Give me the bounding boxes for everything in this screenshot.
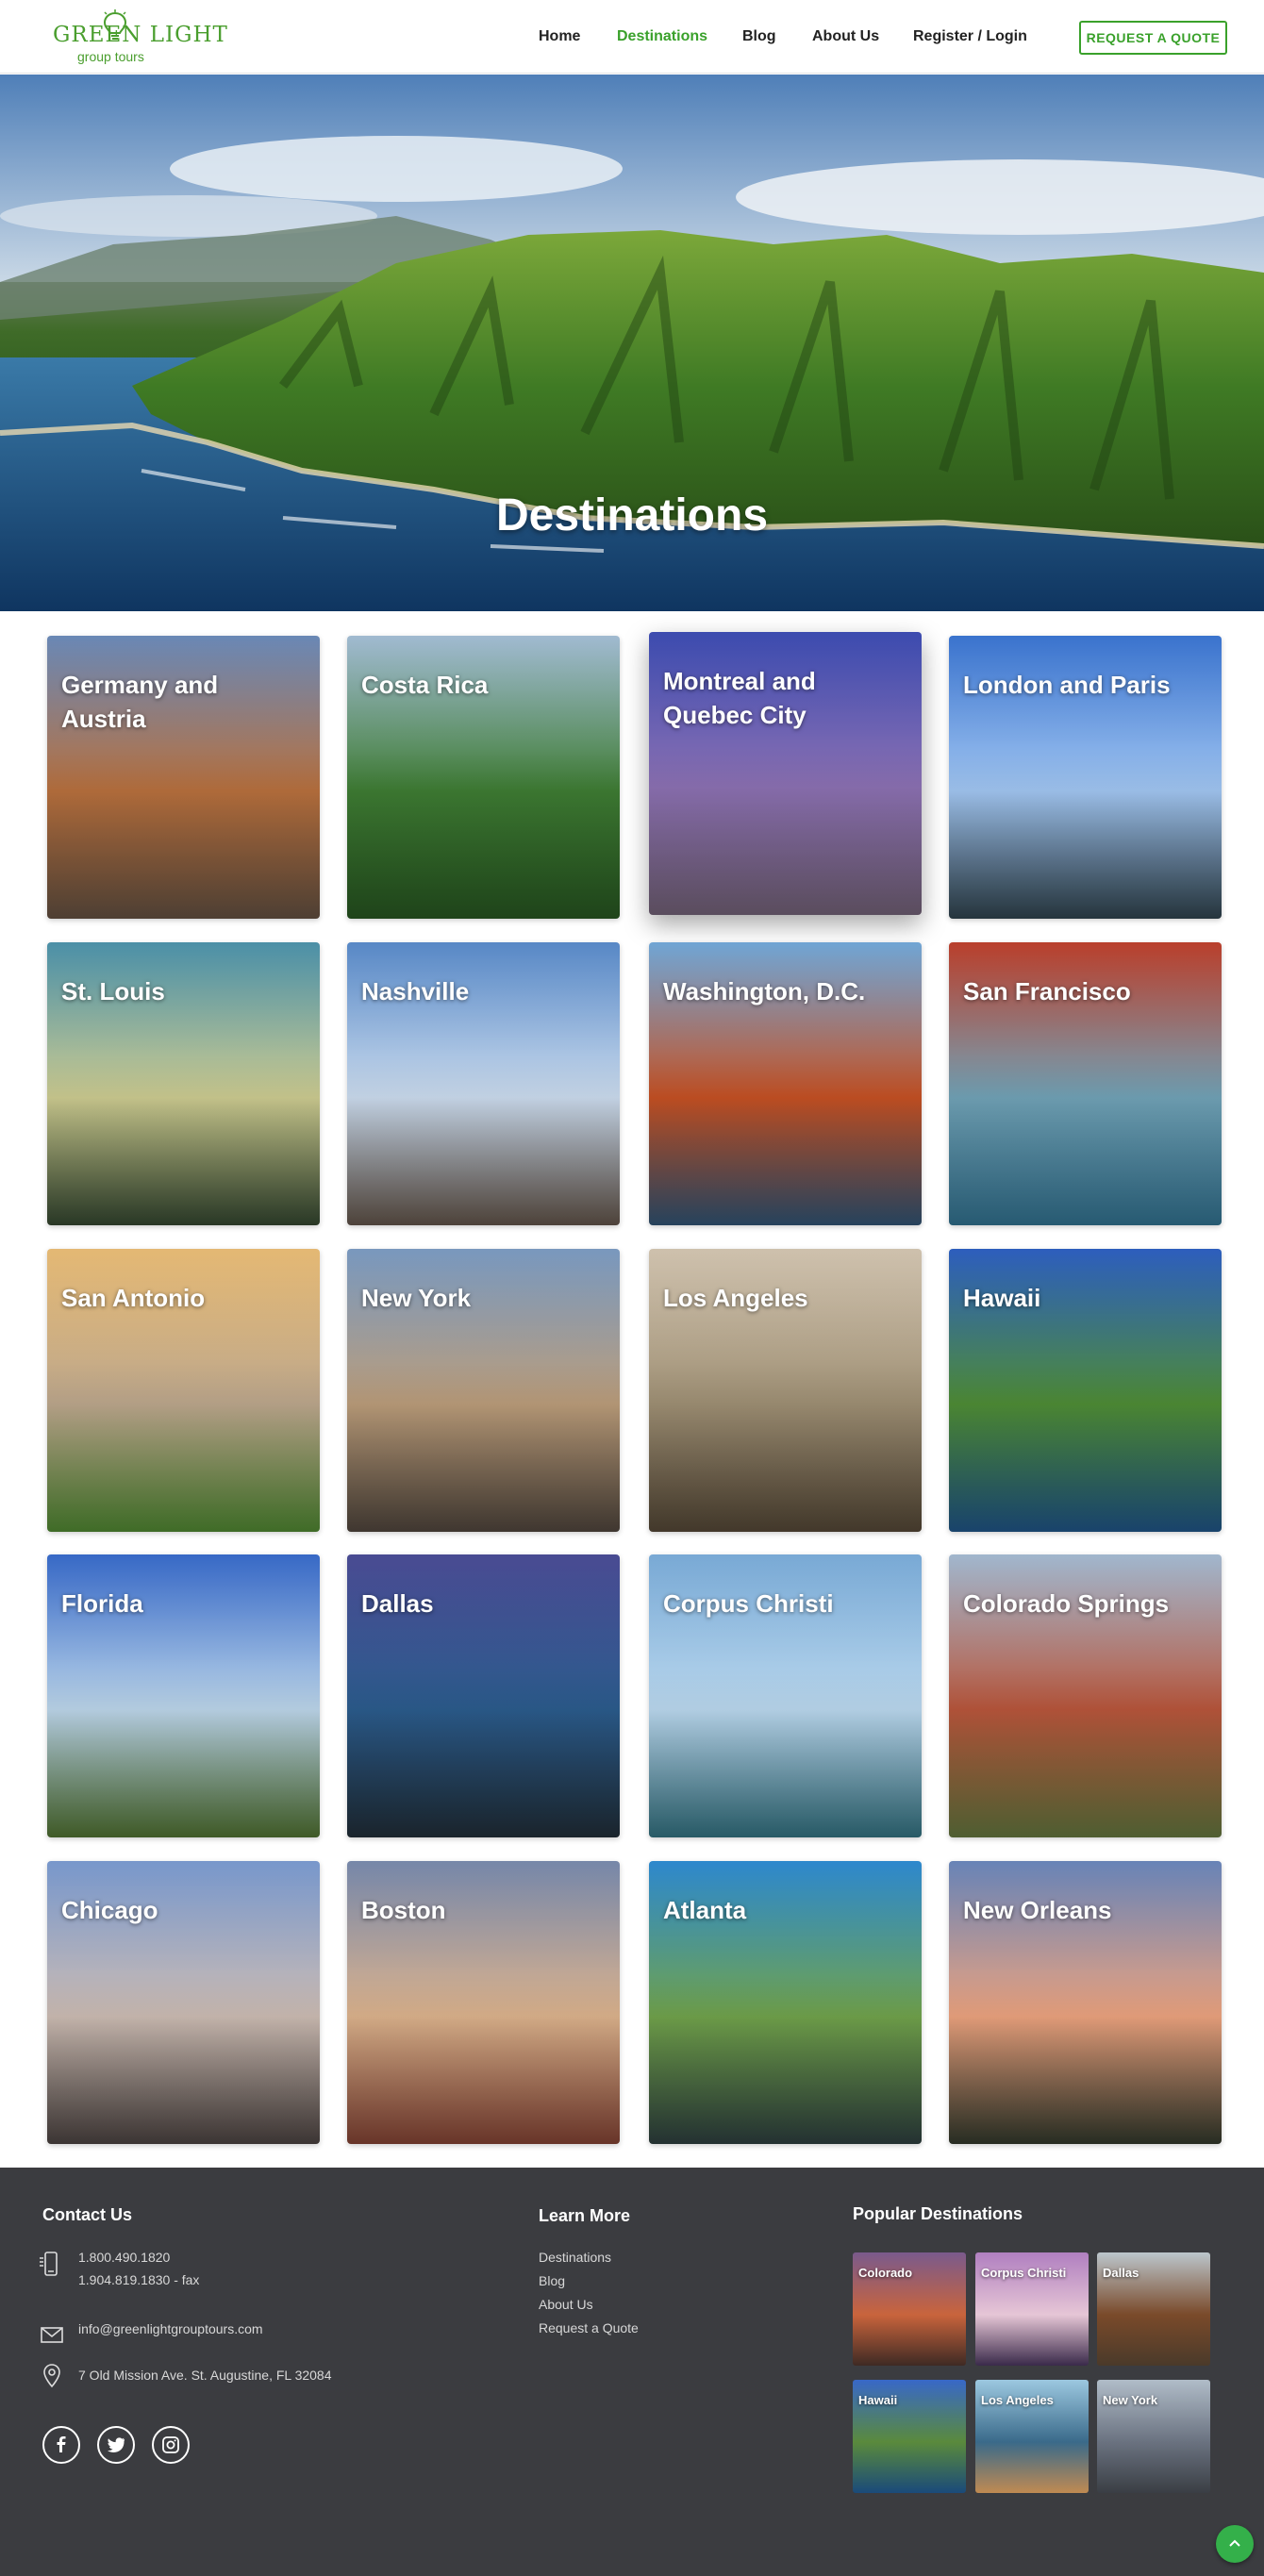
popular-destination-label: New York (1103, 2393, 1158, 2407)
destination-title: San Francisco (963, 977, 1131, 1005)
learn-more-heading: Learn More (539, 2206, 631, 2225)
nav-register-login[interactable]: Register / Login (913, 28, 1027, 45)
instagram-link[interactable] (152, 2426, 190, 2464)
logo-tagline: group tours (77, 49, 144, 64)
popular-destination-hawaii[interactable]: Hawaii (853, 2380, 966, 2493)
destination-title: Florida (61, 1589, 143, 1618)
destination-card-san-antonio[interactable]: San Antonio (47, 1249, 320, 1532)
popular-destination-label: Hawaii (858, 2393, 898, 2407)
popular-destination-corpus-christi[interactable]: Corpus Christi (975, 2252, 1089, 2366)
popular-destination-colorado[interactable]: Colorado (853, 2252, 966, 2366)
destination-title: Nashville (361, 977, 470, 1005)
footer-link-destinations[interactable]: Destinations (539, 2247, 611, 2268)
email-link[interactable]: info@greenlightgrouptours.com (78, 2318, 263, 2339)
popular-destination-label: Dallas (1103, 2266, 1139, 2280)
destination-title: Atlanta (663, 1896, 747, 1924)
address-text: 7 Old Mission Ave. St. Augustine, FL 320… (78, 2368, 332, 2383)
destination-title: San Antonio (61, 1284, 206, 1312)
destination-title: Colorado Springs (963, 1589, 1170, 1618)
email-icon (41, 2327, 63, 2343)
destination-title: Dallas (361, 1589, 434, 1618)
destination-title: London and Paris (963, 671, 1171, 699)
destination-card-florida[interactable]: Florida (47, 1554, 320, 1837)
destination-card-new-york[interactable]: New York (347, 1249, 620, 1532)
footer-link-request-quote[interactable]: Request a Quote (539, 2318, 639, 2338)
destination-card-costa-rica[interactable]: Costa Rica (347, 636, 620, 919)
destination-card-new-orleans[interactable]: New Orleans (949, 1861, 1222, 2144)
destination-title: St. Louis (61, 977, 165, 1005)
site-footer: Contact Us 1.800.490.1820 1.904.819.1830… (0, 2168, 1264, 2576)
location-pin-icon (43, 2364, 60, 2388)
destination-title: Corpus Christi (663, 1589, 834, 1618)
twitter-link[interactable] (97, 2426, 135, 2464)
destination-title: Chicago (61, 1896, 158, 1924)
destination-card-corpus-christi[interactable]: Corpus Christi (649, 1554, 922, 1837)
popular-destination-label: Los Angeles (981, 2393, 1054, 2407)
destination-card-boston[interactable]: Boston (347, 1861, 620, 2144)
destination-card-dallas[interactable]: Dallas (347, 1554, 620, 1837)
chevron-up-icon (1229, 2539, 1240, 2547)
request-quote-button[interactable]: REQUEST A QUOTE (1079, 21, 1227, 55)
popular-destination-new-york[interactable]: New York (1097, 2380, 1210, 2493)
main-nav: Home Destinations Blog About Us Register… (0, 28, 1264, 47)
destination-title: Los Angeles (663, 1284, 808, 1312)
contact-heading: Contact Us (42, 2205, 133, 2224)
destination-title: Boston (361, 1896, 446, 1924)
back-to-top-button[interactable] (1216, 2525, 1254, 2563)
popular-destination-los-angeles[interactable]: Los Angeles (975, 2380, 1089, 2493)
destination-card-hawaii[interactable]: Hawaii (949, 1249, 1222, 1532)
destination-title: Costa Rica (361, 671, 489, 699)
destination-title: Germany and Austria (61, 671, 219, 733)
nav-blog[interactable]: Blog (742, 28, 776, 45)
site-header: GREEN LIGHT group tours Home Destination… (0, 0, 1264, 74)
twitter-icon (108, 2437, 125, 2453)
footer-link-blog[interactable]: Blog (539, 2270, 565, 2291)
nav-destinations[interactable]: Destinations (617, 28, 707, 45)
destination-card-nashville[interactable]: Nashville (347, 942, 620, 1225)
destination-card-san-francisco[interactable]: San Francisco (949, 942, 1222, 1225)
popular-destination-label: Colorado (858, 2266, 913, 2280)
popular-destination-dallas[interactable]: Dallas (1097, 2252, 1210, 2366)
instagram-icon (162, 2436, 179, 2453)
popular-destinations-heading: Popular Destinations (853, 2204, 1023, 2223)
destination-card-chicago[interactable]: Chicago (47, 1861, 320, 2144)
destination-card-st-louis[interactable]: St. Louis (47, 942, 320, 1225)
destination-title: Montreal and Quebec City (663, 667, 816, 729)
destination-title: New Orleans (963, 1896, 1112, 1924)
footer-link-about-us[interactable]: About Us (539, 2294, 593, 2315)
destination-title: Washington, D.C. (663, 977, 866, 1005)
facebook-link[interactable] (42, 2426, 80, 2464)
phone-number[interactable]: 1.800.490.1820 (78, 2247, 170, 2268)
destination-card-washington-d-c[interactable]: Washington, D.C. (649, 942, 922, 1225)
destinations-grid: Germany and Austria Costa Rica Montreal an… (0, 611, 1264, 2168)
popular-destination-label: Corpus Christi (981, 2266, 1067, 2280)
destination-card-colorado-springs[interactable]: Colorado Springs (949, 1554, 1222, 1837)
fax-number: 1.904.819.1830 - fax (78, 2272, 200, 2287)
phone-icon (40, 2252, 58, 2276)
destination-card-montreal-and-quebec-city[interactable]: Montreal and Quebec City (649, 632, 922, 915)
destination-title: Hawaii (963, 1284, 1041, 1312)
hero-banner: Destinations (0, 75, 1264, 611)
nav-about-us[interactable]: About Us (812, 28, 879, 45)
destination-title: New York (361, 1284, 472, 1312)
destination-card-atlanta[interactable]: Atlanta (649, 1861, 922, 2144)
facebook-icon (57, 2436, 66, 2452)
destination-card-los-angeles[interactable]: Los Angeles (649, 1249, 922, 1532)
destination-card-germany-and-austria[interactable]: Germany and Austria (47, 636, 320, 919)
nav-home[interactable]: Home (539, 28, 580, 45)
destination-card-london-and-paris[interactable]: London and Paris (949, 636, 1222, 919)
page-title: Destinations (495, 490, 769, 540)
